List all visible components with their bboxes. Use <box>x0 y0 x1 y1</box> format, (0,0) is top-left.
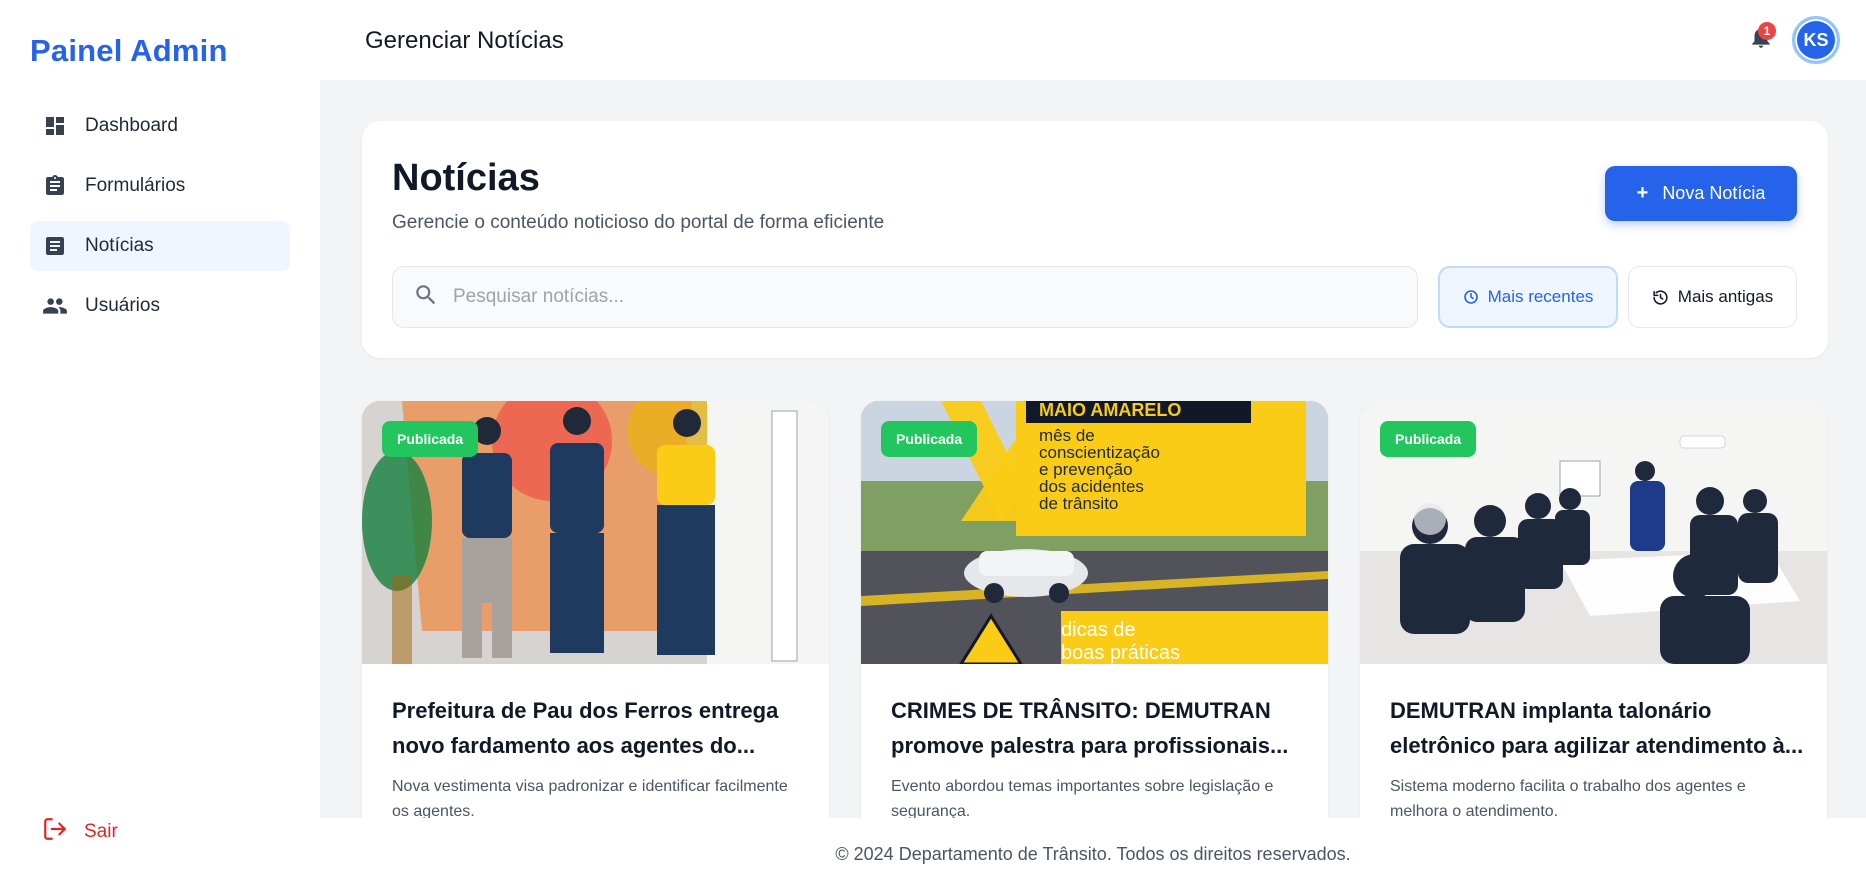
image-headline: MAIO AMARELO <box>1039 401 1181 420</box>
brand-title: Painel Admin <box>30 33 228 68</box>
section-subtitle: Gerencie o conteúdo noticioso do portal … <box>392 212 885 233</box>
news-description: Evento abordou temas importantes sobre l… <box>891 778 1274 818</box>
sidebar-nav: Dashboard Formulários Notícias Usuários <box>30 101 290 341</box>
logout-label: Sair <box>84 820 118 842</box>
section-title: Notícias <box>392 157 540 199</box>
news-card[interactable]: Publicada DEMUTRAN implanta talonário el… <box>1360 401 1827 818</box>
sidebar-item-label: Notícias <box>85 235 154 256</box>
top-header: Gerenciar Notícias 1 KS <box>320 0 1866 80</box>
footer: © 2024 Departamento de Trânsito. Todos o… <box>320 818 1866 888</box>
sort-recent-button[interactable]: Mais recentes <box>1438 266 1618 328</box>
news-image: Publicada <box>362 401 829 664</box>
sort-old-label: Mais antigas <box>1677 287 1774 306</box>
news-image: Publicada <box>1360 401 1827 664</box>
main-content: Notícias Gerencie o conteúdo noticioso d… <box>320 80 1866 818</box>
sidebar-item-label: Formulários <box>85 175 186 196</box>
status-badge: Publicada <box>881 421 978 457</box>
search-box <box>392 266 1418 328</box>
news-header-panel: Notícias Gerencie o conteúdo noticioso d… <box>362 121 1828 358</box>
news-description: Nova vestimenta visa padronizar e identi… <box>392 778 788 818</box>
news-title: CRIMES DE TRÂNSITO: DEMUTRAN promove pal… <box>891 698 1289 758</box>
bell-icon <box>1748 26 1774 54</box>
users-icon <box>42 293 68 319</box>
image-line: boas práticas <box>1061 642 1180 664</box>
sidebar-item-usuarios[interactable]: Usuários <box>30 281 290 331</box>
sidebar: Painel Admin Dashboard Formulários Notíc… <box>0 0 320 888</box>
logout-button[interactable]: Sair <box>42 816 118 847</box>
footer-text: © 2024 Departamento de Trânsito. Todos o… <box>835 844 1351 864</box>
sort-old-button[interactable]: Mais antigas <box>1628 266 1797 328</box>
image-line: de trânsito <box>1039 494 1118 513</box>
status-badge: Publicada <box>382 421 479 457</box>
news-image: MAIO AMARELO mês de conscientização e pr… <box>861 401 1328 664</box>
logout-icon <box>42 816 68 847</box>
news-card[interactable]: MAIO AMARELO mês de conscientização e pr… <box>861 401 1328 818</box>
clock-icon <box>1463 289 1479 305</box>
search-input[interactable] <box>453 286 1353 308</box>
new-news-button[interactable]: + Nova Notícia <box>1605 166 1797 221</box>
page-title: Gerenciar Notícias <box>365 27 564 54</box>
news-card[interactable]: Publicada Prefeitura de Pau dos Ferros e… <box>362 401 829 818</box>
sidebar-item-dashboard[interactable]: Dashboard <box>30 101 290 151</box>
clipboard-icon <box>42 173 68 199</box>
news-description: Sistema moderno facilita o trabalho dos … <box>1390 778 1746 818</box>
notification-badge: 1 <box>1758 22 1776 40</box>
sidebar-item-label: Usuários <box>85 295 160 316</box>
status-badge: Publicada <box>1380 421 1477 457</box>
sidebar-item-formularios[interactable]: Formulários <box>30 161 290 211</box>
sidebar-item-label: Dashboard <box>85 115 178 136</box>
image-line: dicas de <box>1061 619 1136 641</box>
news-title: DEMUTRAN implanta talonário eletrônico p… <box>1390 698 1804 758</box>
dashboard-icon <box>42 113 68 139</box>
news-title: Prefeitura de Pau dos Ferros entrega nov… <box>392 698 779 758</box>
article-icon <box>42 233 68 259</box>
sidebar-item-noticias[interactable]: Notícias <box>30 221 290 271</box>
search-icon <box>413 282 439 313</box>
plus-icon: + <box>1636 182 1649 204</box>
sort-recent-label: Mais recentes <box>1487 287 1594 306</box>
new-news-label: Nova Notícia <box>1662 183 1766 203</box>
history-icon <box>1652 289 1669 306</box>
avatar[interactable]: KS <box>1792 16 1840 64</box>
